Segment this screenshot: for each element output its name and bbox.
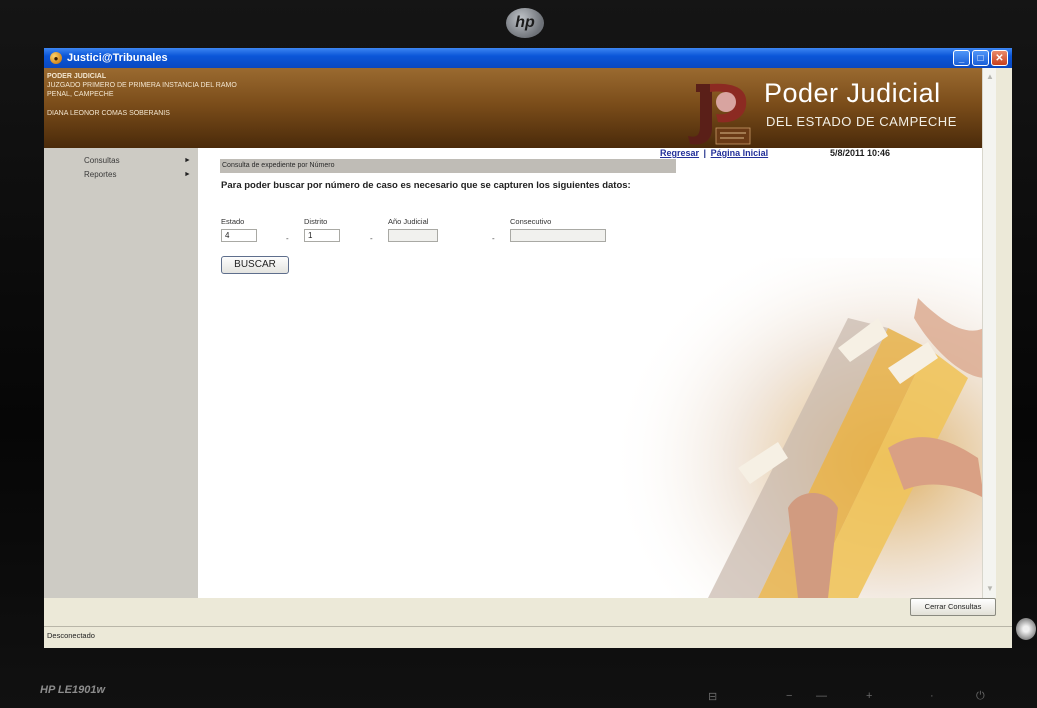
court-line-3: PENAL, CAMPECHE — [47, 91, 114, 98]
bottom-bar — [44, 598, 1012, 626]
distrito-label: Distrito — [304, 217, 328, 226]
window-title: Justici@Tribunales — [67, 52, 168, 64]
form-instructions: Para poder buscar por número de caso es … — [221, 180, 631, 191]
connection-status: Desconectado — [47, 631, 95, 640]
estado-input[interactable]: 4 — [221, 229, 257, 242]
scroll-up-icon[interactable]: ▲ — [985, 72, 995, 82]
section-title: Consulta de expediente por Número — [220, 159, 676, 173]
header-banner: PODER JUDICIAL JUZGADO PRIMERO DE PRIMER… — [44, 68, 982, 148]
power-led-icon — [1016, 618, 1036, 640]
folders-photo-image — [588, 258, 982, 598]
auto-dot-icon[interactable]: · — [930, 690, 934, 702]
buscar-button[interactable]: BUSCAR — [221, 256, 289, 274]
maximize-button[interactable]: □ — [972, 50, 989, 66]
monitor-model: HP LE1901w — [40, 684, 106, 696]
cerrar-consultas-button[interactable]: Cerrar Consultas — [910, 598, 996, 616]
application-window: ● Justici@Tribunales _ □ ✕ PODER JUDICIA… — [44, 48, 1012, 648]
brand-subtitle: DEL ESTADO DE CAMPECHE — [766, 114, 957, 129]
monitor: hp ● Justici@Tribunales _ □ ✕ PODER JUDI… — [0, 0, 1037, 708]
submenu-arrow-icon: ► — [184, 171, 191, 178]
plus-icon[interactable]: + — [866, 690, 872, 702]
minus-icon[interactable]: − — [786, 690, 792, 702]
estado-label: Estado — [221, 217, 245, 226]
poder-judicial-logo-icon — [688, 83, 751, 145]
current-datetime: 5/8/2011 10:46 — [830, 148, 891, 158]
hp-logo: hp — [506, 8, 544, 38]
distrito-input[interactable]: 1 — [304, 229, 340, 242]
sidebar-item-label: Reportes — [84, 170, 117, 179]
field-separator: - — [370, 234, 373, 243]
input-select-icon[interactable]: ⊟ — [708, 690, 717, 703]
court-line-1: PODER JUDICIAL — [47, 73, 107, 80]
regresar-link[interactable]: Regresar — [660, 148, 699, 158]
user-name: DIANA LEONOR COMAS SOBERANIS — [47, 110, 170, 117]
close-button[interactable]: ✕ — [991, 50, 1008, 66]
consecutivo-input[interactable] — [510, 229, 606, 242]
window-titlebar[interactable]: ● Justici@Tribunales _ □ ✕ — [44, 48, 1012, 68]
ano-judicial-label: Año Judicial — [388, 217, 429, 226]
app-globe-icon: ● — [50, 52, 62, 64]
ano-judicial-input[interactable] — [388, 229, 438, 242]
field-separator: - — [492, 234, 495, 243]
nav-separator: | — [703, 148, 707, 158]
court-info: PODER JUDICIAL JUZGADO PRIMERO DE PRIMER… — [47, 72, 237, 99]
main-content: Regresar | Página Inicial 5/8/2011 10:46… — [198, 148, 982, 598]
top-navigation: Regresar | Página Inicial — [660, 148, 768, 158]
consecutivo-label: Consecutivo — [510, 217, 552, 226]
minimize-button[interactable]: _ — [953, 50, 970, 66]
power-icon[interactable]: ⏻ — [976, 690, 985, 703]
sidebar-item-reportes[interactable]: Reportes ► — [44, 168, 198, 182]
sidebar-item-label: Consultas — [84, 156, 120, 165]
window-controls: _ □ ✕ — [953, 50, 1008, 66]
vertical-scrollbar[interactable]: ▲ ▼ — [982, 68, 996, 598]
sidebar-item-consultas[interactable]: Consultas ► — [44, 154, 198, 168]
field-separator: - — [286, 234, 289, 243]
court-line-2: JUZGADO PRIMERO DE PRIMERA INSTANCIA DEL… — [47, 82, 237, 89]
scroll-down-icon[interactable]: ▼ — [985, 584, 995, 594]
menu-icon[interactable]: — — [816, 690, 827, 702]
submenu-arrow-icon: ► — [184, 157, 191, 164]
brand-title: Poder Judicial — [764, 78, 941, 108]
status-bar: Desconectado — [44, 626, 1012, 648]
sidebar-menu: Consultas ► Reportes ► — [44, 148, 198, 598]
pagina-inicial-link[interactable]: Página Inicial — [711, 148, 769, 158]
